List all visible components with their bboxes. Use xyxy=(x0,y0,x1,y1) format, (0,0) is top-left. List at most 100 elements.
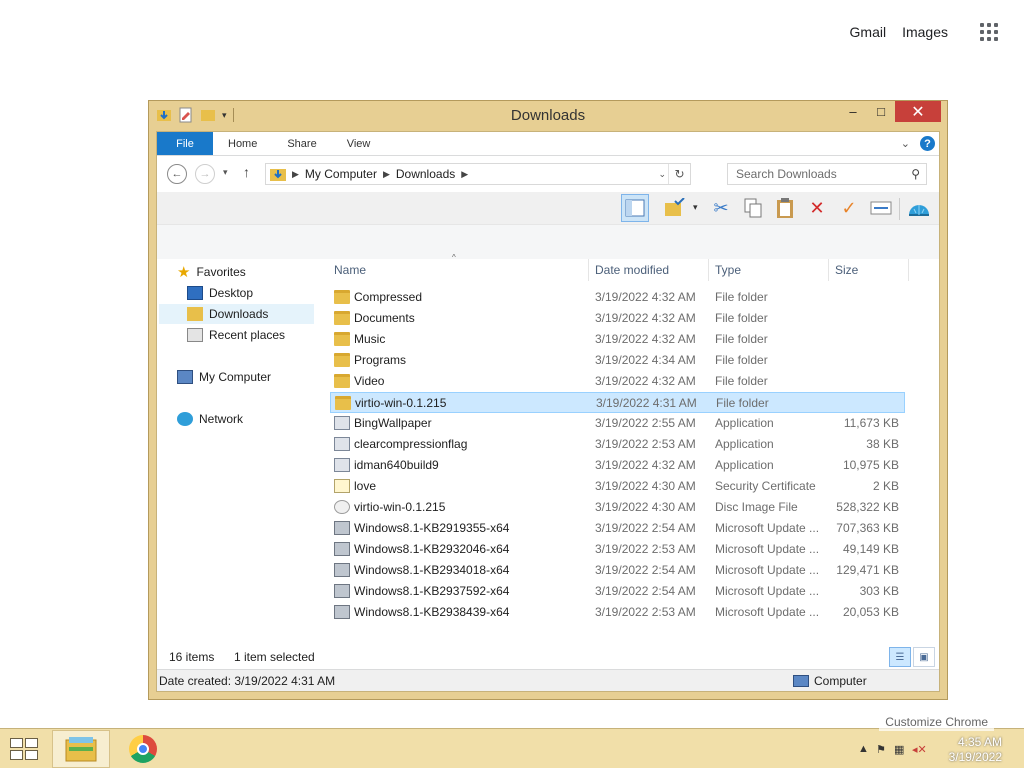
taskbar-chrome[interactable] xyxy=(114,730,172,768)
folder-icon xyxy=(334,374,350,388)
file-row[interactable]: idman640build93/19/2022 4:32 AMApplicati… xyxy=(330,455,939,476)
breadcrumb-my-computer[interactable]: My Computer xyxy=(305,167,377,181)
file-name: Windows8.1-KB2937592-x64 xyxy=(354,584,509,598)
column-date-modified[interactable]: Date modified xyxy=(595,263,669,277)
file-row[interactable]: Windows8.1-KB2937592-x64 3/19/2022 2:54 A… xyxy=(330,581,939,602)
properties-icon[interactable] xyxy=(867,194,895,222)
file-row[interactable]: virtio-win-0.1.2153/19/2022 4:31 AMFile … xyxy=(330,392,905,413)
file-date: 3/19/2022 2:54 AM xyxy=(595,584,696,598)
gmail-link[interactable]: Gmail xyxy=(850,24,887,40)
tab-file[interactable]: File xyxy=(157,132,213,155)
file-type: File folder xyxy=(716,396,769,410)
clock[interactable]: 4:35 AM 3/19/2022 xyxy=(949,735,1002,765)
recent-locations-icon[interactable]: ▾ xyxy=(223,167,228,178)
forward-button[interactable]: → xyxy=(195,164,215,184)
file-row[interactable]: love3/19/2022 4:30 AMSecurity Certificat… xyxy=(330,476,939,497)
nav-network[interactable]: Network xyxy=(177,409,243,429)
delete-icon[interactable]: ✕ xyxy=(803,194,831,222)
up-button[interactable]: ↑ xyxy=(243,164,250,180)
tab-view[interactable]: View xyxy=(332,132,386,155)
file-row[interactable]: Documents3/19/2022 4:32 AMFile folder xyxy=(330,308,939,329)
date-created: Date created: 3/19/2022 4:31 AM xyxy=(159,674,335,688)
minimize-button[interactable]: ‒ xyxy=(839,101,867,122)
file-row[interactable]: Windows8.1-KB2932046-x643/19/2022 2:53 A… xyxy=(330,539,939,560)
maximize-button[interactable]: □ xyxy=(867,101,895,122)
navigation-pane: ★ Favorites Desktop Downloads Recent pla… xyxy=(157,259,332,645)
breadcrumb-separator[interactable]: ▶ xyxy=(461,169,468,180)
location-label: Computer xyxy=(814,674,867,688)
volume-muted-icon[interactable]: ◂✕ xyxy=(912,743,927,756)
breadcrumb-separator[interactable]: ▶ xyxy=(383,169,390,180)
nav-desktop-label: Desktop xyxy=(209,286,253,300)
nav-network-label: Network xyxy=(199,412,243,426)
network-globe-icon[interactable] xyxy=(905,194,933,222)
close-button[interactable]: ✕ xyxy=(895,101,941,122)
start-button[interactable] xyxy=(10,738,38,760)
file-name: Windows8.1-KB2919355-x64 xyxy=(354,521,509,535)
file-row[interactable]: Windows8.1-KB2934018-x643/19/2022 2:54 A… xyxy=(330,560,939,581)
file-row[interactable]: Windows8.1-KB2938439-x643/19/2022 2:53 A… xyxy=(330,602,939,623)
help-icon[interactable]: ? xyxy=(920,136,935,151)
search-input[interactable]: Search Downloads ⚲ xyxy=(727,163,927,185)
cut-icon[interactable]: ✂ xyxy=(707,194,735,222)
rename-icon[interactable]: ✓ xyxy=(835,194,863,222)
column-name[interactable]: Name xyxy=(334,263,366,277)
select-dropdown-icon[interactable]: ▾ xyxy=(693,202,698,213)
images-link[interactable]: Images xyxy=(902,24,948,40)
file-type: Application xyxy=(715,458,774,472)
tab-share[interactable]: Share xyxy=(272,132,331,155)
file-size: 11,673 KB xyxy=(844,416,899,430)
column-divider[interactable] xyxy=(708,259,709,281)
expand-ribbon-icon[interactable]: ⌄ xyxy=(901,137,910,150)
file-name: Programs xyxy=(354,353,406,367)
nav-downloads[interactable]: Downloads xyxy=(159,304,314,324)
preview-pane-icon[interactable] xyxy=(621,194,649,222)
show-hidden-icons-icon[interactable]: ▲ xyxy=(858,743,869,755)
network-tray-icon[interactable]: ▦ xyxy=(894,743,904,756)
column-type[interactable]: Type xyxy=(715,263,741,277)
column-divider[interactable] xyxy=(828,259,829,281)
file-date: 3/19/2022 2:53 AM xyxy=(595,542,696,556)
search-icon[interactable]: ⚲ xyxy=(911,167,920,181)
paste-icon[interactable] xyxy=(771,194,799,222)
file-row[interactable]: Windows8.1-KB2919355-x643/19/2022 2:54 A… xyxy=(330,518,939,539)
file-row[interactable]: BingWallpaper3/19/2022 2:55 AMApplicatio… xyxy=(330,413,939,434)
nav-desktop[interactable]: Desktop xyxy=(187,283,253,303)
desktop-icon xyxy=(187,286,203,300)
address-bar[interactable]: ▶ My Computer ▶ Downloads ▶ ⌄ ↻ xyxy=(265,163,691,185)
title-bar[interactable]: ▾ Downloads ‒ □ ✕ xyxy=(149,101,947,131)
file-row[interactable]: clearcompressionflag3/19/2022 2:53 AMApp… xyxy=(330,434,939,455)
folder-icon xyxy=(334,332,350,346)
copy-icon[interactable] xyxy=(739,194,767,222)
file-size: 303 KB xyxy=(860,584,899,598)
action-center-flag-icon[interactable]: ⚑ xyxy=(876,743,886,756)
nav-recent-places[interactable]: Recent places xyxy=(187,325,285,345)
column-size[interactable]: Size xyxy=(835,263,858,277)
column-divider[interactable] xyxy=(908,259,909,281)
large-icons-view-icon[interactable]: ▣ xyxy=(913,647,935,667)
taskbar-file-explorer[interactable] xyxy=(52,730,110,768)
tab-home[interactable]: Home xyxy=(213,132,272,155)
file-row[interactable]: Music3/19/2022 4:32 AMFile folder xyxy=(330,329,939,350)
refresh-icon[interactable]: ↻ xyxy=(668,164,690,184)
file-row[interactable]: Video3/19/2022 4:32 AMFile folder xyxy=(330,371,939,392)
file-size: 129,471 KB xyxy=(836,563,899,577)
column-divider[interactable] xyxy=(588,259,589,281)
select-folder-icon[interactable] xyxy=(661,194,689,222)
content-area: ★ Favorites Desktop Downloads Recent pla… xyxy=(157,259,939,645)
nav-favorites[interactable]: ★ Favorites xyxy=(177,262,246,282)
file-date: 3/19/2022 4:32 AM xyxy=(595,332,696,346)
file-name: idman640build9 xyxy=(354,458,439,472)
customize-chrome-tooltip[interactable]: Customize Chrome xyxy=(879,713,994,731)
breadcrumb-downloads[interactable]: Downloads xyxy=(396,167,455,181)
file-row[interactable]: Compressed3/19/2022 4:32 AMFile folder xyxy=(330,287,939,308)
nav-my-computer[interactable]: My Computer xyxy=(177,367,271,387)
breadcrumb-separator[interactable]: ▶ xyxy=(292,169,299,180)
details-view-icon[interactable]: ☰ xyxy=(889,647,911,667)
downloads-folder-icon xyxy=(187,307,203,321)
back-button[interactable]: ← xyxy=(167,164,187,184)
address-dropdown-icon[interactable]: ⌄ xyxy=(658,169,666,180)
file-row[interactable]: virtio-win-0.1.2153/19/2022 4:30 AMDisc … xyxy=(330,497,939,518)
file-row[interactable]: Programs3/19/2022 4:34 AMFile folder xyxy=(330,350,939,371)
apps-grid-icon[interactable] xyxy=(980,23,998,41)
